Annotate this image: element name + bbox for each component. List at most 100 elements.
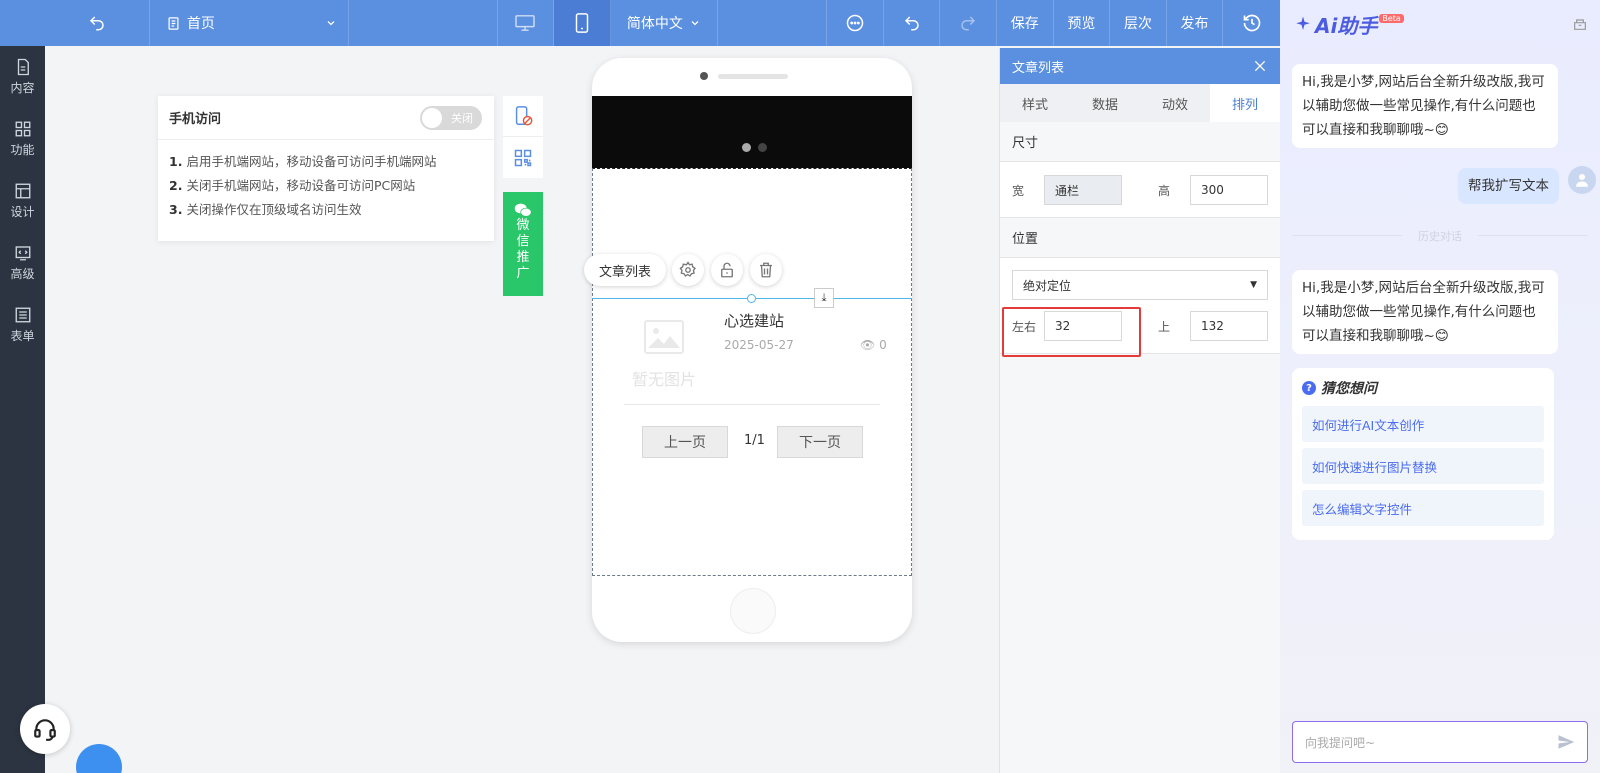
layers-label: 层次 (1123, 16, 1152, 32)
mobile-view-button[interactable] (554, 0, 611, 46)
delete-button[interactable] (750, 254, 782, 286)
customer-support-button[interactable] (20, 704, 70, 754)
panel-title: 文章列表 (1012, 60, 1065, 76)
redo-button[interactable] (940, 0, 997, 46)
width-label: 宽 (1012, 183, 1025, 198)
note-item: 2. 关闭手机端网站，移动设备可访问PC网站 (169, 174, 483, 198)
download-icon[interactable]: ⤓ (814, 288, 834, 308)
panel-header: 文章列表 (1000, 48, 1280, 84)
panel-tabs: 样式 数据 动效 排列 (1000, 84, 1280, 122)
mobile-disabled-icon (515, 106, 533, 126)
phone-home-button (730, 588, 776, 634)
ai-chat-input[interactable]: 向我提问吧~ (1292, 721, 1588, 763)
lock-button[interactable] (711, 254, 743, 286)
tab-data[interactable]: 数据 (1070, 84, 1140, 122)
layout-icon (15, 183, 30, 199)
article-views: 👁 0 (860, 338, 887, 352)
width-input[interactable]: 通栏 (1044, 175, 1122, 205)
qr-code-button[interactable] (503, 137, 543, 178)
top-toolbar: 首页 简体中文 保存 预览 层次 发布 (0, 0, 1280, 46)
page-selector[interactable]: 首页 (150, 0, 349, 46)
toggle-label: 关闭 (451, 111, 473, 125)
tab-style[interactable]: 样式 (1000, 84, 1070, 122)
suggestion-item[interactable]: 如何进行AI文本创作 (1302, 406, 1544, 442)
sidebar-item-label: 内容 (10, 81, 35, 95)
mobile-access-toggle[interactable]: 关闭 (420, 105, 482, 130)
tab-arrange[interactable]: 排列 (1210, 84, 1280, 122)
sidebar-item-form[interactable]: 表单 (0, 294, 45, 356)
note-number: 3. (169, 202, 183, 217)
phone-camera (700, 72, 708, 80)
sidebar-item-design[interactable]: 设计 (0, 170, 45, 232)
back-button[interactable] (45, 0, 150, 46)
slider-dot[interactable] (758, 143, 767, 152)
tab-animation[interactable]: 动效 (1140, 84, 1210, 122)
settings-button[interactable] (672, 254, 704, 286)
next-page-button[interactable]: 下一页 (777, 426, 863, 458)
position-mode-value: 绝对定位 (1023, 278, 1072, 293)
mobile-access-title: 手机访问 (169, 112, 222, 127)
sidebar-item-content[interactable]: 内容 (0, 46, 45, 108)
view-count: 0 (879, 338, 887, 352)
headset-icon (34, 719, 56, 741)
unlock-icon (721, 262, 733, 278)
element-type-label[interactable]: 文章列表 (584, 254, 666, 286)
widget-launcher[interactable] (76, 744, 122, 773)
phone-screen[interactable]: ⤓ 暂无图片 心选建站 2025-05-27 👁 0 上一页 1/1 下一页 (592, 96, 912, 576)
spacer (349, 0, 498, 46)
ai-assistant-panel: Ai助手 Beta Hi,我是小梦,网站后台全新升级改版,我可以辅助您做一些常见… (1280, 0, 1600, 773)
suggestion-item[interactable]: 怎么编辑文字控件 (1302, 490, 1544, 526)
mobile-tools (503, 96, 543, 178)
article-title[interactable]: 心选建站 (724, 310, 784, 331)
history-button[interactable] (1223, 0, 1280, 46)
note-number: 2. (169, 178, 183, 193)
desktop-view-button[interactable] (498, 0, 555, 46)
undo-button[interactable] (884, 0, 941, 46)
preview-button[interactable]: 预览 (1054, 0, 1111, 46)
height-input[interactable]: 300 (1190, 175, 1268, 205)
mobile-disable-button[interactable] (503, 96, 543, 137)
note-text: 关闭手机端网站，移动设备可访问PC网站 (186, 178, 416, 193)
history-icon (1243, 14, 1260, 32)
close-icon[interactable] (1252, 58, 1268, 74)
chevron-down-icon (327, 21, 335, 26)
language-label: 简体中文 (626, 16, 683, 32)
history-label: 历史对话 (1418, 230, 1462, 243)
wechat-icon (514, 203, 532, 217)
sidebar-item-function[interactable]: 功能 (0, 108, 45, 170)
position-mode-select[interactable]: 绝对定位 ▼ (1012, 270, 1268, 300)
ai-message: Hi,我是小梦,网站后台全新升级改版,我可以辅助您做一些常见操作,有什么问题也可… (1292, 270, 1558, 354)
code-icon (15, 246, 30, 261)
resize-handle[interactable] (747, 294, 756, 303)
height-label: 高 (1158, 183, 1171, 198)
article-date: 2025-05-27 (724, 338, 794, 352)
highlight-box (1002, 307, 1141, 357)
banner-slider[interactable] (592, 96, 912, 168)
wechat-char: 推 (516, 250, 530, 265)
wechat-char: 广 (516, 266, 530, 281)
suggestions-card: ? 猜您想问 如何进行AI文本创作 如何快速进行图片替换 怎么编辑文字控件 (1292, 368, 1554, 540)
sidebar-item-label: 高级 (10, 267, 35, 281)
note-text: 启用手机端网站，移动设备可访问手机端网站 (186, 154, 437, 169)
more-button[interactable] (827, 0, 884, 46)
top-input[interactable]: 132 (1190, 311, 1268, 341)
save-button[interactable]: 保存 (997, 0, 1054, 46)
preview-label: 预览 (1067, 16, 1096, 32)
wechat-promo-button[interactable]: 微 信 推 广 (503, 192, 543, 296)
publish-button[interactable]: 发布 (1167, 0, 1224, 46)
divider (624, 404, 880, 405)
qr-code-icon (514, 149, 532, 166)
send-icon[interactable] (1557, 733, 1575, 751)
suggestion-item[interactable]: 如何快速进行图片替换 (1302, 448, 1544, 484)
clear-chat-icon[interactable] (1572, 16, 1588, 32)
layers-button[interactable]: 层次 (1110, 0, 1167, 46)
slider-dot-active[interactable] (742, 143, 751, 152)
size-section: 宽 通栏 高 300 (1000, 162, 1280, 218)
sidebar-item-advanced[interactable]: 高级 (0, 232, 45, 294)
page-indicator: 1/1 (744, 433, 765, 448)
desktop-icon (515, 15, 536, 31)
note-number: 1. (169, 154, 183, 169)
language-selector[interactable]: 简体中文 (611, 0, 718, 46)
caret-down-icon: ▼ (1250, 280, 1257, 290)
prev-page-button[interactable]: 上一页 (642, 426, 728, 458)
